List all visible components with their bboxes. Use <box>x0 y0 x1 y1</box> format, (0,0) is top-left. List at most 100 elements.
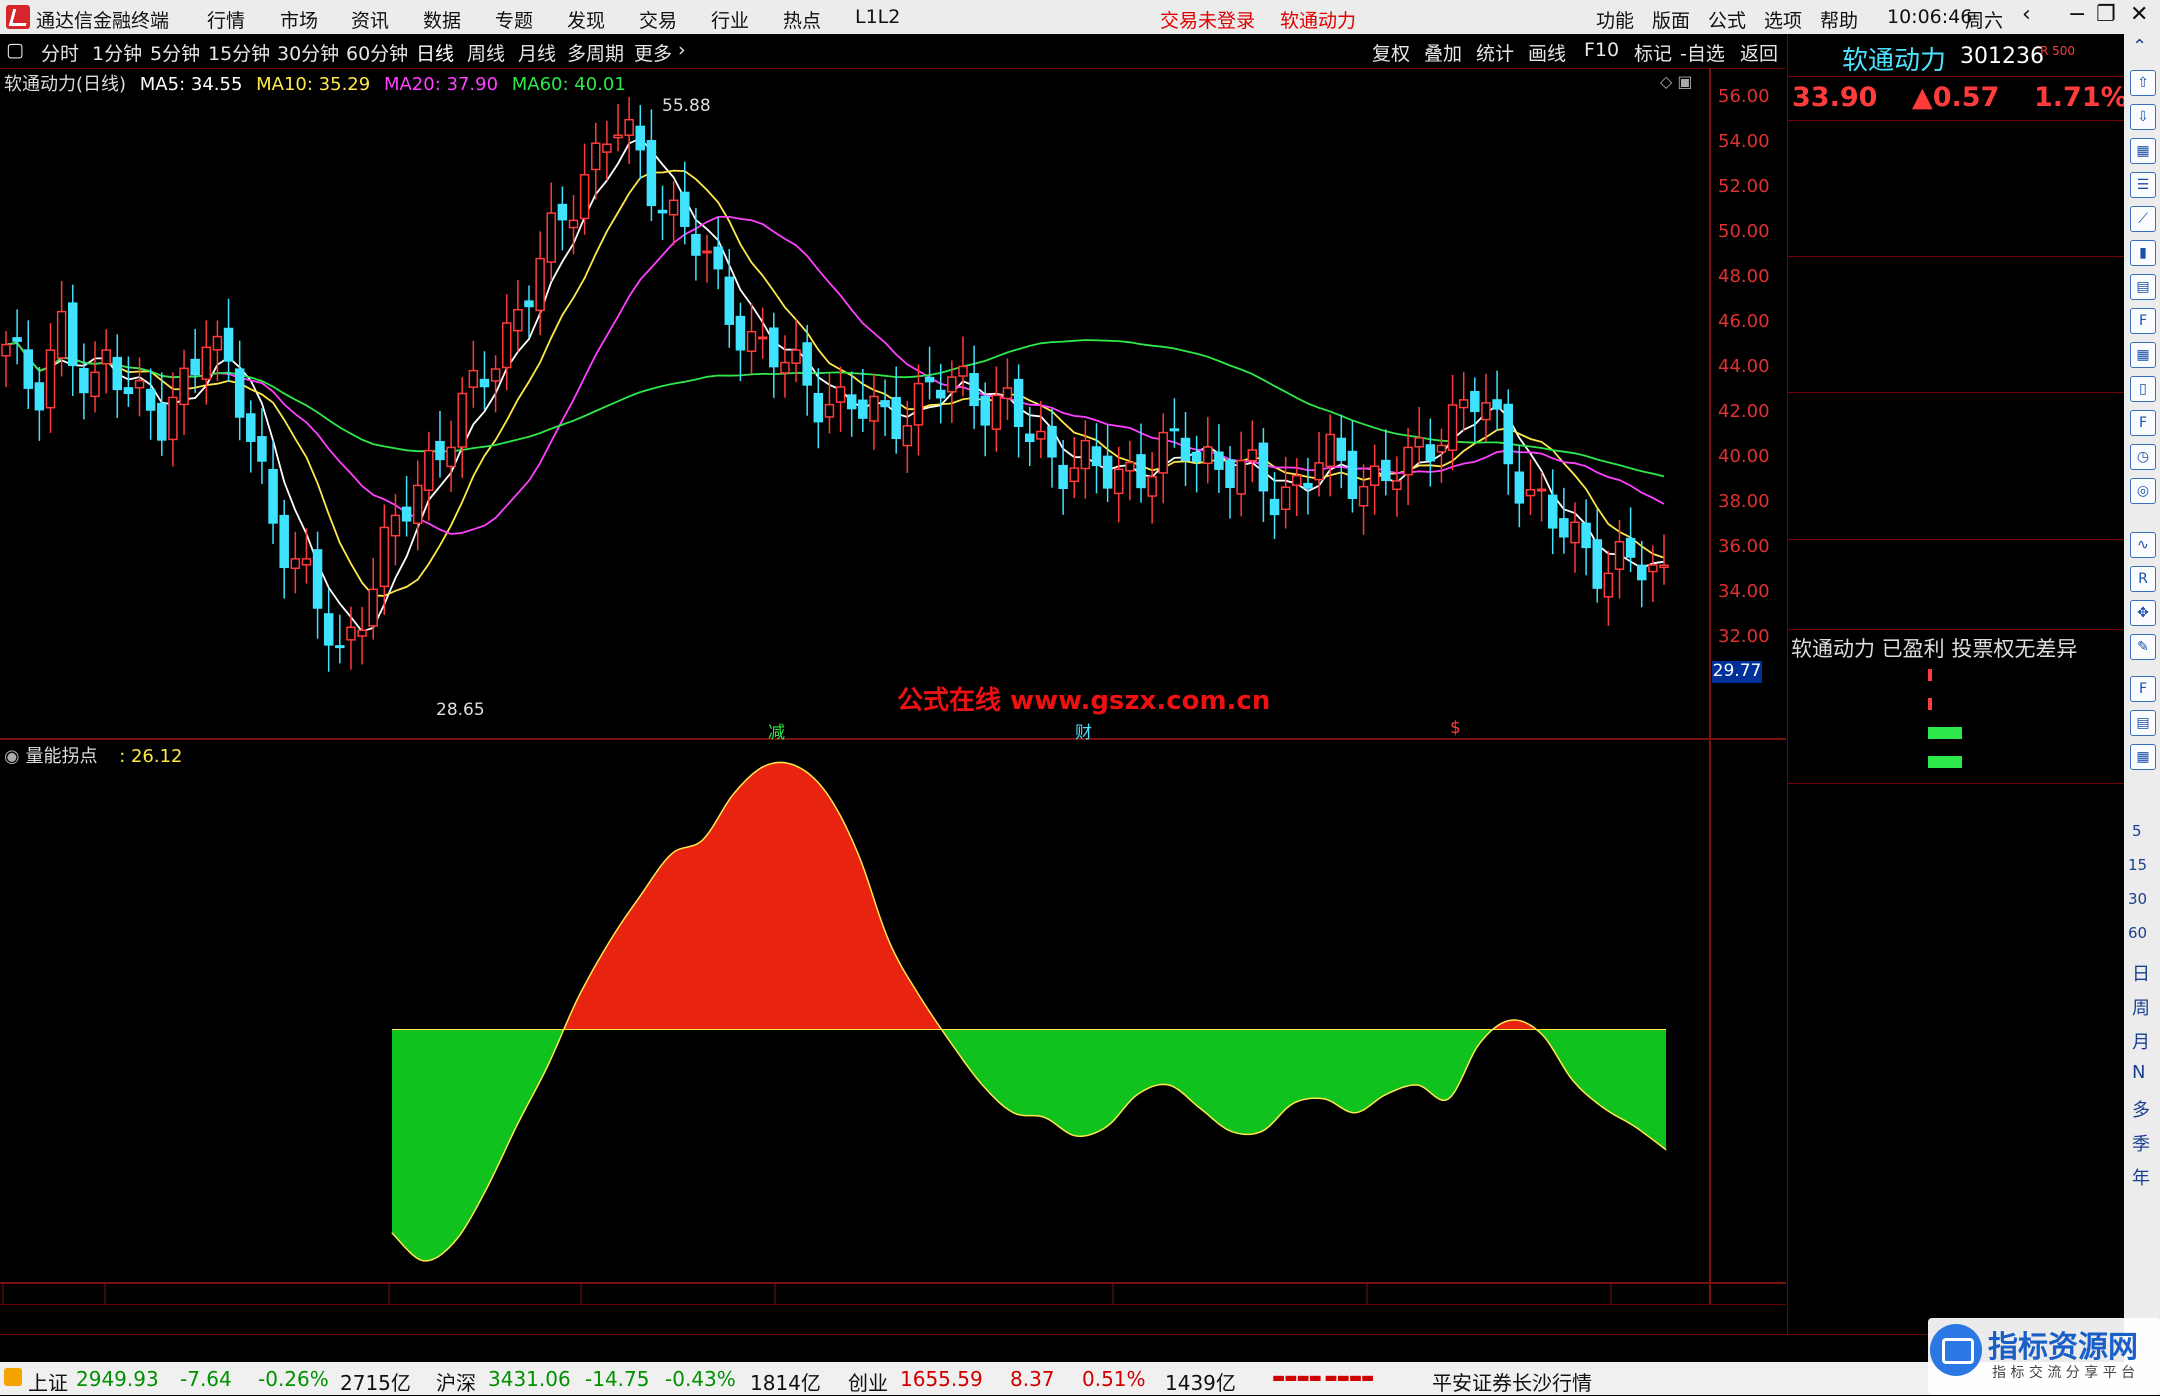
menu-jiaoyi[interactable]: 交易 <box>639 6 677 33</box>
period-side-day[interactable]: 日 <box>2132 960 2150 986</box>
period-weekly[interactable]: 周线 <box>467 39 505 66</box>
flow-row[interactable] <box>1788 720 2124 748</box>
flow-row[interactable] <box>1788 749 2124 777</box>
menu-banmian[interactable]: 版面 <box>1652 6 1690 33</box>
market-icon[interactable] <box>4 1368 22 1386</box>
bid-row[interactable] <box>1788 339 2124 366</box>
menu-shichang[interactable]: 市场 <box>280 6 318 33</box>
pen-icon[interactable]: ✎ <box>2130 634 2156 660</box>
period-side-15[interactable]: 15 <box>2128 856 2147 874</box>
collapse-up-icon[interactable]: ⌃ <box>2132 36 2147 57</box>
period-side-60[interactable]: 60 <box>2128 924 2147 942</box>
arrow-up-icon[interactable]: ⇧ <box>2130 70 2156 96</box>
bid-row[interactable] <box>1788 285 2124 312</box>
ask-row[interactable] <box>1788 230 2124 257</box>
index-cy-name[interactable]: 创业 <box>848 1367 888 1396</box>
period-30min[interactable]: 30分钟 <box>277 39 339 66</box>
tool-zixuan[interactable]: -自选 <box>1680 39 1725 66</box>
flow-row[interactable] <box>1788 691 2124 719</box>
kline-chart-area[interactable]: 软通动力(日线) MA5: 34.55 MA10: 35.29 MA20: 37… <box>0 68 1786 743</box>
tool-fuquan[interactable]: 复权 <box>1372 39 1410 66</box>
period-side-quarter[interactable]: 季 <box>2132 1130 2150 1156</box>
tool-huaxian[interactable]: 画线 <box>1528 39 1566 66</box>
candle-body <box>791 349 801 364</box>
tool-tongji[interactable]: 统计 <box>1476 39 1514 66</box>
menu-hangye[interactable]: 行业 <box>711 6 749 33</box>
period-side-year[interactable]: 年 <box>2132 1164 2150 1190</box>
period-fenshi[interactable]: 分时 <box>41 39 79 66</box>
menu-zixun[interactable]: 资讯 <box>351 6 389 33</box>
bid-row[interactable] <box>1788 312 2124 339</box>
tool-fanhui[interactable]: 返回 <box>1740 39 1778 66</box>
tool-biaoji[interactable]: 标记 <box>1634 39 1672 66</box>
menu-redian[interactable]: 热点 <box>783 6 821 33</box>
menu-gongneng[interactable]: 功能 <box>1596 6 1634 33</box>
menu-zhuanti[interactable]: 专题 <box>495 6 533 33</box>
period-monthly[interactable]: 月线 <box>518 39 556 66</box>
period-side-30[interactable]: 30 <box>2128 890 2147 908</box>
ask-row[interactable] <box>1788 149 2124 176</box>
list-icon[interactable]: ☰ <box>2130 172 2156 198</box>
line-chart-icon[interactable]: ⟋ <box>2130 206 2156 232</box>
current-stock-title: 软通动力 <box>1280 10 1357 32</box>
ask-row[interactable] <box>1788 122 2124 149</box>
index-sh-name[interactable]: 上证 <box>28 1367 68 1396</box>
event-mark-dollar[interactable]: $ <box>1450 718 1461 738</box>
period-60min[interactable]: 60分钟 <box>346 39 408 66</box>
ask-row[interactable] <box>1788 176 2124 203</box>
flow-row[interactable] <box>1788 662 2124 690</box>
period-side-5[interactable]: 5 <box>2132 822 2142 840</box>
period-side-week[interactable]: 周 <box>2132 994 2150 1020</box>
f10-icon[interactable]: F <box>2130 308 2156 334</box>
ask-row[interactable] <box>1788 203 2124 230</box>
grid2-icon[interactable]: ▦ <box>2130 744 2156 770</box>
menu-faxian[interactable]: 发现 <box>567 6 605 33</box>
login-status[interactable]: 交易未登录 <box>1160 6 1255 33</box>
doc2-icon[interactable]: ▤ <box>2130 710 2156 736</box>
minimize-icon[interactable]: − <box>2068 2 2086 27</box>
period-more[interactable]: 更多 <box>634 39 672 66</box>
menu-l1l2[interactable]: L1L2 <box>855 6 900 28</box>
period-15min[interactable]: 15分钟 <box>208 39 270 66</box>
fz-icon[interactable]: F <box>2130 410 2156 436</box>
period-daily[interactable]: 日线 <box>416 39 454 66</box>
back-icon[interactable]: ‹ <box>2022 2 2031 27</box>
chart-diamond-icon[interactable]: ◇ ▣ <box>1660 72 1693 91</box>
period-side-n[interactable]: N <box>2132 1062 2145 1083</box>
layout-toggle-icon[interactable]: ▢ <box>6 39 24 61</box>
indicator-chart-area[interactable]: ◉ 量能拐点 : 26.12 <box>0 740 1786 1304</box>
menu-bangzhu[interactable]: 帮助 <box>1820 6 1858 33</box>
fs-icon[interactable]: F <box>2130 676 2156 702</box>
period-1min[interactable]: 1分钟 <box>92 39 142 66</box>
menu-hangqing[interactable]: 行情 <box>207 6 245 33</box>
menu-gongshi[interactable]: 公式 <box>1708 6 1746 33</box>
move-icon[interactable]: ✥ <box>2130 600 2156 626</box>
tool-diejia[interactable]: 叠加 <box>1424 39 1462 66</box>
indicator-collapse-icon[interactable]: ◉ <box>4 746 20 767</box>
close-icon[interactable]: ✕ <box>2130 2 2148 27</box>
compass-icon[interactable]: ◎ <box>2130 478 2156 504</box>
wave-icon[interactable]: ∿ <box>2130 532 2156 558</box>
stock-tags[interactable]: 软通动力 已盈利 投票权无差异 <box>1791 633 2077 663</box>
tool-f10[interactable]: F10 <box>1584 39 1619 61</box>
period-5min[interactable]: 5分钟 <box>150 39 200 66</box>
bid-row[interactable] <box>1788 366 2124 393</box>
chevron-right-icon[interactable]: › <box>678 39 686 61</box>
candle-body <box>713 246 723 270</box>
table-icon[interactable]: ▤ <box>2130 274 2156 300</box>
restore-icon[interactable]: ❐ <box>2096 2 2116 27</box>
grid-icon[interactable]: ▦ <box>2130 342 2156 368</box>
bar-chart-icon[interactable]: ▮ <box>2130 240 2156 266</box>
doc-icon[interactable]: ▯ <box>2130 376 2156 402</box>
period-side-month[interactable]: 月 <box>2132 1028 2150 1054</box>
period-multi[interactable]: 多周期 <box>567 39 624 66</box>
clock-icon[interactable]: ◷ <box>2130 444 2156 470</box>
rsi-icon[interactable]: R <box>2130 566 2156 592</box>
menu-xuanxiang[interactable]: 选项 <box>1764 6 1802 33</box>
bid-row[interactable] <box>1788 258 2124 285</box>
menu-shuju[interactable]: 数据 <box>423 6 461 33</box>
period-side-multi[interactable]: 多 <box>2132 1096 2150 1122</box>
arrow-down-icon[interactable]: ⇩ <box>2130 104 2156 130</box>
index-sz-name[interactable]: 沪深 <box>436 1367 476 1396</box>
calendar-icon[interactable]: ▦ <box>2130 138 2156 164</box>
